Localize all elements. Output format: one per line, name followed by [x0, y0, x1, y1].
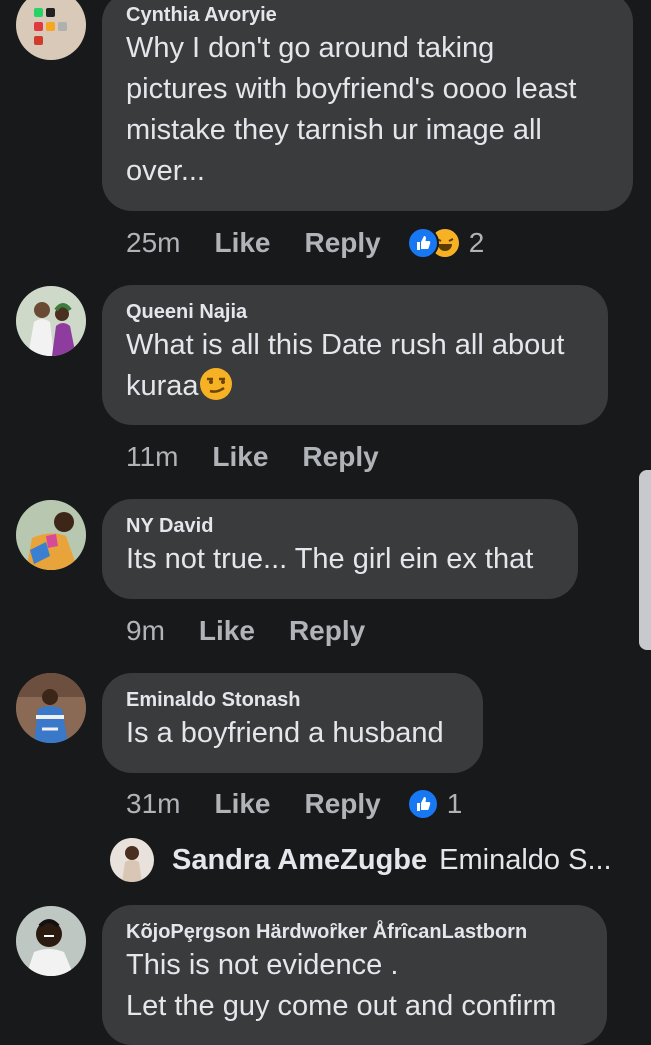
reaction-count: 2	[468, 227, 485, 258]
comment-text-line: Why I don't go around taking	[126, 32, 495, 64]
comment-bubble[interactable]: KõjoPȩrgson Härdwoȓker ÅfrȋcanLastborn T…	[102, 905, 607, 1045]
comment-actions: 31m Like Reply 1	[126, 784, 462, 824]
reactions[interactable]: 1	[406, 788, 463, 820]
reply-button[interactable]: Reply	[305, 227, 381, 259]
comment-author[interactable]: Eminaldo Stonash	[126, 687, 459, 713]
avatar[interactable]	[16, 286, 86, 356]
comment-text-fragment: kuraa	[126, 370, 199, 402]
comment-text-line: This is not evidence .	[126, 949, 399, 981]
like-button[interactable]: Like	[214, 227, 270, 259]
comment-author[interactable]: Cynthia Avoryie	[126, 2, 609, 28]
like-icon	[406, 227, 439, 259]
reaction-count: 1	[446, 788, 463, 819]
comment-text-line: mistake they tarnish ur image all	[126, 114, 542, 146]
comment-bubble[interactable]: Eminaldo Stonash Is a boyfriend a husban…	[102, 673, 483, 773]
comment-text-line: over...	[126, 155, 205, 187]
avatar[interactable]	[16, 906, 86, 976]
avatar[interactable]	[16, 500, 86, 570]
comment-text-line: kuraa	[126, 366, 584, 407]
comment-text-line: pictures with boyfriend's oooo least	[126, 73, 577, 105]
avatar[interactable]	[16, 0, 86, 60]
reply-preview[interactable]: Sandra AmeZugbe Eminaldo S...	[110, 838, 612, 882]
like-button[interactable]: Like	[199, 615, 255, 647]
reply-button[interactable]: Reply	[305, 788, 381, 820]
reply-author[interactable]: Sandra AmeZugbe	[172, 844, 427, 877]
comment-time: 11m	[126, 441, 179, 472]
comment-text-line: What is all this Date rush all about	[126, 329, 565, 361]
scrollbar[interactable]	[639, 470, 651, 650]
reply-button[interactable]: Reply	[302, 441, 378, 473]
comment-actions: 25m Like Reply 2	[126, 223, 484, 263]
comment-text-line: Its not true... The girl ein ex that	[126, 543, 534, 575]
reply-snippet: Eminaldo S...	[439, 843, 612, 876]
like-button[interactable]: Like	[214, 788, 270, 820]
comment-time: 25m	[126, 227, 181, 258]
smirk-emoji	[199, 367, 233, 401]
like-icon	[406, 788, 439, 820]
reply-button[interactable]: Reply	[289, 615, 365, 647]
comment-author[interactable]: NY David	[126, 513, 554, 539]
reactions[interactable]: 2	[406, 227, 485, 259]
comment-bubble[interactable]: NY David Its not true... The girl ein ex…	[102, 499, 578, 599]
comment-actions: 9m Like Reply	[126, 611, 399, 651]
comment-bubble[interactable]: Queeni Najia What is all this Date rush …	[102, 285, 608, 425]
comment-bubble[interactable]: Cynthia Avoryie Why I don't go around ta…	[102, 0, 633, 211]
comment-text-line: Let the guy come out and confirm	[126, 990, 557, 1022]
reply-avatar	[110, 838, 154, 882]
avatar[interactable]	[16, 673, 86, 743]
comment-author[interactable]: KõjoPȩrgson Härdwoȓker ÅfrȋcanLastborn	[126, 919, 583, 945]
like-button[interactable]: Like	[212, 441, 268, 473]
comment-author[interactable]: Queeni Najia	[126, 299, 584, 325]
comment-actions: 11m Like Reply	[126, 437, 413, 477]
comment-time: 31m	[126, 788, 181, 819]
comment-time: 9m	[126, 615, 165, 646]
comment-text-line: Is a boyfriend a husband	[126, 717, 444, 749]
